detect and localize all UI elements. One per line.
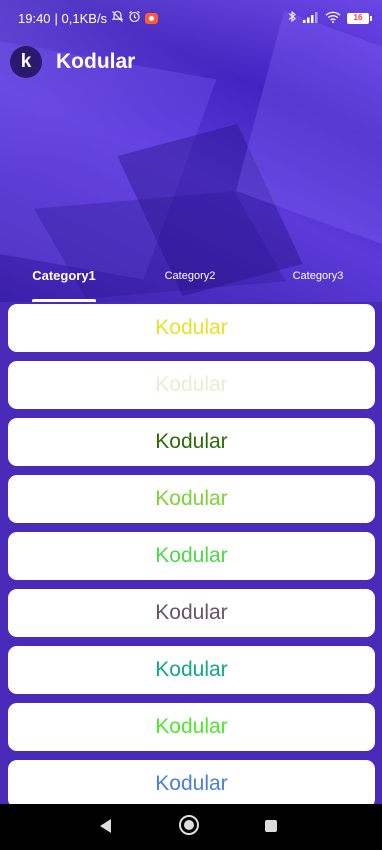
app-title: Kodular: [56, 50, 136, 73]
battery-level: 16: [347, 12, 369, 24]
item-list: Kodular Kodular Kodular Kodular Kodular Kodul…: [0, 302, 382, 804]
tab-category2[interactable]: Category2: [140, 260, 240, 302]
header-banner: k Kodular Category1 Category2 Category3: [0, 0, 382, 302]
kodular-button[interactable]: Kodular: [8, 304, 375, 352]
mute-bell-icon: [111, 10, 124, 26]
tab-category3[interactable]: Category3: [268, 260, 368, 302]
kodular-button[interactable]: Kodular: [8, 418, 375, 466]
kodular-button[interactable]: Kodular: [8, 361, 375, 409]
kodular-button[interactable]: Kodular: [8, 475, 375, 523]
navigation-bar: [0, 804, 382, 850]
bluetooth-icon: [288, 10, 297, 26]
alarm-icon: [128, 10, 141, 26]
recents-icon[interactable]: [265, 820, 277, 832]
status-network-speed: | 0,1KB/s: [54, 10, 108, 26]
tab-label: Category1: [32, 268, 96, 283]
status-bar: 19:40 | 0,1KB/s 16: [0, 0, 382, 36]
home-icon[interactable]: [179, 815, 199, 835]
app-bar: k Kodular: [0, 40, 135, 84]
tab-label: Category2: [164, 270, 216, 282]
kodular-button[interactable]: Kodular: [8, 703, 375, 751]
back-icon[interactable]: [100, 819, 111, 833]
kodular-button[interactable]: Kodular: [8, 589, 375, 637]
signal-icon: [303, 11, 319, 26]
wifi-icon: [325, 11, 341, 26]
battery-icon: 16: [347, 12, 372, 24]
tab-label: Category3: [292, 270, 344, 282]
kodular-button[interactable]: Kodular: [8, 532, 375, 580]
kodular-button[interactable]: Kodular: [8, 646, 375, 694]
status-time: 19:40: [18, 10, 51, 26]
tab-category1[interactable]: Category1: [14, 260, 114, 302]
kodular-button[interactable]: Kodular: [8, 760, 375, 804]
app-logo-icon: k: [10, 46, 42, 78]
tab-bar: Category1 Category2 Category3: [0, 260, 382, 302]
screen-record-icon: [145, 12, 159, 24]
